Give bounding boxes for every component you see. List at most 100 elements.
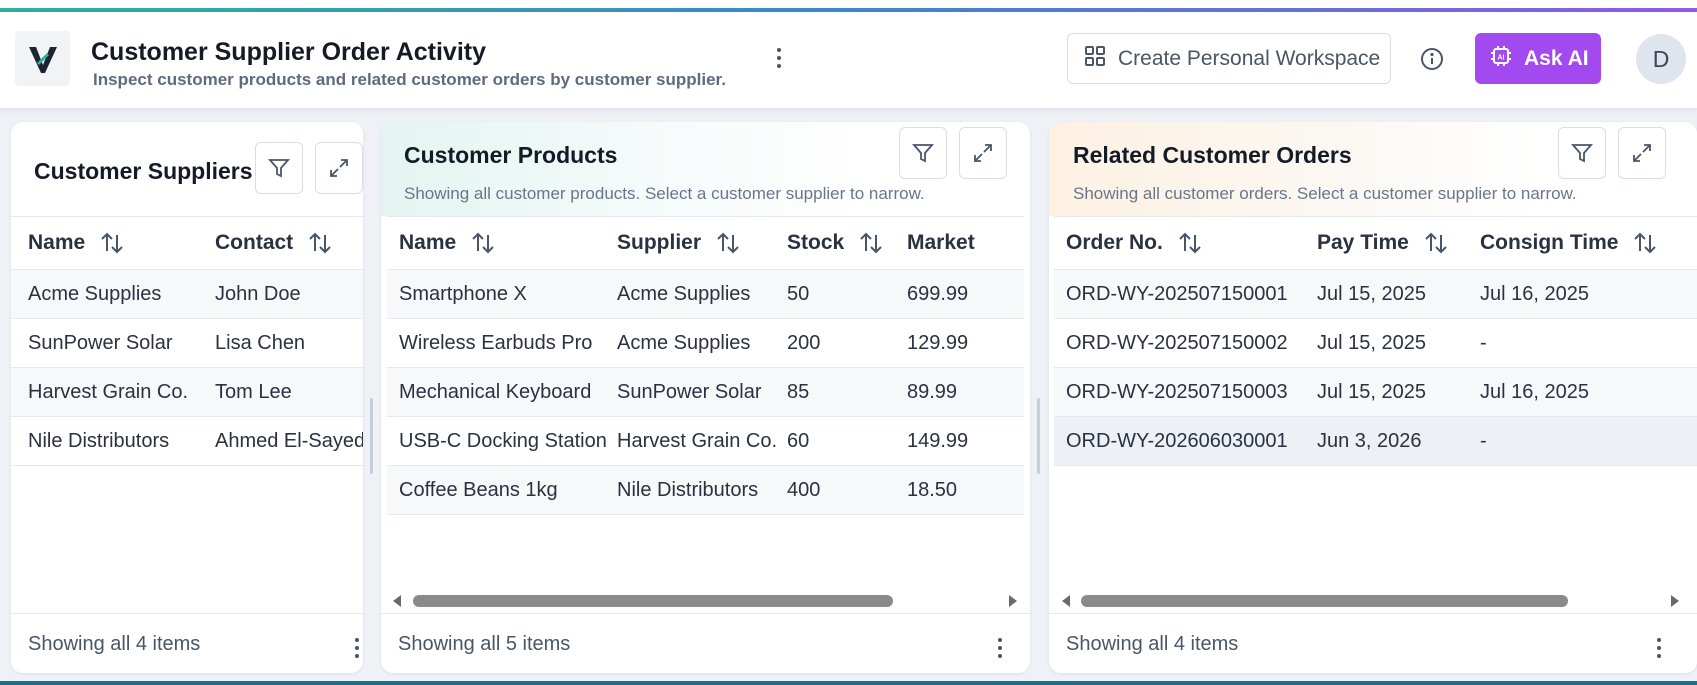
info-icon[interactable] [1419, 46, 1445, 72]
cell-pay-time: Jul 15, 2025 [1317, 380, 1426, 403]
sort-icon [1179, 232, 1201, 254]
column-header[interactable]: Consign Time [1480, 217, 1658, 269]
horizontal-scrollbar[interactable] [381, 587, 1030, 613]
cell-name: Smartphone X [399, 282, 527, 305]
cell-stock: 60 [787, 429, 810, 452]
horizontal-scrollbar[interactable] [1049, 587, 1697, 613]
cell-order-no: ORD-WY-202507150002 [1066, 331, 1288, 354]
cell-consign-time: Jul 16, 2025 [1480, 380, 1589, 403]
expand-button[interactable] [959, 127, 1007, 179]
panel-footer: Showing all 4 items [1049, 613, 1697, 673]
ai-chip-icon: AI [1489, 44, 1513, 74]
sort-icon [101, 232, 123, 254]
filter-icon [268, 159, 290, 178]
column-header[interactable]: Market Price [907, 217, 976, 269]
avatar[interactable]: D [1636, 34, 1686, 84]
filter-button[interactable] [899, 127, 947, 179]
ask-ai-button[interactable]: AI Ask AI [1475, 33, 1601, 84]
cell-contact: John Doe [215, 282, 301, 305]
products-panel: Customer Products Showing all customer p… [381, 122, 1030, 673]
table-row[interactable]: ORD-WY-202507150001 Jul 15, 2025 Jul 16,… [1054, 270, 1697, 319]
cell-name: Acme Supplies [28, 282, 162, 305]
panel-header: Customer Products Showing all customer p… [381, 122, 1030, 216]
create-workspace-label: Create Personal Workspace [1118, 46, 1381, 70]
panel-description: Showing all customer orders. Select a cu… [1073, 184, 1577, 203]
suppliers-panel: Customer Suppliers Name Contact Acme Sup… [11, 122, 363, 673]
scroll-left-icon[interactable] [1062, 595, 1070, 607]
expand-icon [330, 159, 348, 177]
table-row[interactable]: Harvest Grain Co. Tom Lee [11, 368, 363, 417]
cell-price: 149.99 [907, 429, 969, 452]
scroll-right-icon[interactable] [1009, 595, 1017, 607]
cell-name: Nile Distributors [28, 429, 170, 452]
sort-icon [1425, 232, 1447, 254]
cell-order-no: ORD-WY-202606030001 [1066, 429, 1288, 452]
panel-description: Showing all customer products. Select a … [404, 184, 925, 203]
table-row[interactable]: Mechanical Keyboard SunPower Solar 85 89… [387, 368, 1024, 417]
item-count: Showing all 5 items [398, 632, 571, 655]
column-header[interactable]: Order No. [1066, 217, 1203, 269]
table-row[interactable]: Acme Supplies John Doe [11, 270, 363, 319]
cell-price: 129.99 [907, 331, 969, 354]
panel-header: Related Customer Orders Showing all cust… [1049, 122, 1697, 216]
page-title: Customer Supplier Order Activity [91, 38, 486, 66]
cell-stock: 50 [787, 282, 810, 305]
scroll-left-icon[interactable] [393, 595, 401, 607]
svg-text:AI: AI [1498, 54, 1505, 61]
filter-icon [912, 144, 934, 163]
table-header: Name Supplier Stock Market Price [387, 216, 1024, 270]
more-vertical-icon[interactable] [995, 636, 1005, 660]
cell-price: 89.99 [907, 380, 958, 403]
table-row[interactable]: Coffee Beans 1kg Nile Distributors 400 1… [387, 466, 1024, 515]
sort-icon [860, 232, 882, 254]
create-workspace-button[interactable]: Create Personal Workspace [1067, 33, 1391, 84]
more-vertical-icon[interactable] [769, 43, 789, 73]
cell-contact: Tom Lee [215, 380, 292, 403]
column-header[interactable]: Stock [787, 217, 884, 269]
scroll-right-icon[interactable] [1671, 595, 1679, 607]
sort-icon [309, 232, 331, 254]
column-header[interactable]: Supplier [617, 217, 741, 269]
cell-supplier: Acme Supplies [617, 331, 751, 354]
panel-footer: Showing all 5 items [381, 613, 1030, 673]
cell-supplier: Acme Supplies [617, 282, 751, 305]
grid-icon [1084, 45, 1106, 73]
bottom-accent-bar [0, 681, 1697, 685]
page-subtitle: Inspect customer products and related cu… [93, 70, 726, 89]
column-header[interactable]: Contact [215, 217, 333, 269]
table-row[interactable]: ORD-WY-202507150002 Jul 15, 2025 - [1054, 319, 1697, 368]
cell-contact: Ahmed El-Sayed [215, 429, 363, 452]
scrollbar-thumb[interactable] [1081, 595, 1568, 607]
filter-button[interactable] [255, 142, 303, 194]
table-row[interactable]: ORD-WY-202507150003 Jul 15, 2025 Jul 16,… [1054, 368, 1697, 417]
orders-panel: Related Customer Orders Showing all cust… [1049, 122, 1697, 673]
column-header[interactable]: Name [28, 217, 125, 269]
expand-button[interactable] [315, 142, 363, 194]
resize-handle[interactable] [370, 398, 373, 474]
resize-handle[interactable] [1037, 398, 1040, 474]
expand-icon [1633, 144, 1651, 162]
logo-icon[interactable] [15, 31, 70, 86]
more-vertical-icon[interactable] [1654, 636, 1664, 660]
cell-pay-time: Jul 15, 2025 [1317, 331, 1426, 354]
table-row[interactable]: ORD-WY-202606030001 Jun 3, 2026 - [1054, 417, 1697, 466]
table-row[interactable]: Smartphone X Acme Supplies 50 699.99 [387, 270, 1024, 319]
more-vertical-icon[interactable] [352, 636, 362, 660]
table-row[interactable]: Nile Distributors Ahmed El-Sayed [11, 417, 363, 466]
expand-button[interactable] [1618, 127, 1666, 179]
table-row[interactable]: Wireless Earbuds Pro Acme Supplies 200 1… [387, 319, 1024, 368]
cell-name: Wireless Earbuds Pro [399, 331, 593, 354]
table-row[interactable]: SunPower Solar Lisa Chen [11, 319, 363, 368]
cell-consign-time: - [1480, 429, 1487, 452]
filter-button[interactable] [1558, 127, 1606, 179]
panel-title: Customer Suppliers [34, 158, 253, 184]
item-count: Showing all 4 items [28, 632, 201, 655]
cell-contact: Lisa Chen [215, 331, 306, 354]
table-row[interactable]: USB-C Docking Station Harvest Grain Co. … [387, 417, 1024, 466]
cell-pay-time: Jun 3, 2026 [1317, 429, 1422, 452]
cell-stock: 400 [787, 478, 821, 501]
cell-supplier: Harvest Grain Co. [617, 429, 778, 452]
scrollbar-thumb[interactable] [413, 595, 893, 607]
column-header[interactable]: Pay Time [1317, 217, 1449, 269]
column-header[interactable]: Name [399, 217, 496, 269]
